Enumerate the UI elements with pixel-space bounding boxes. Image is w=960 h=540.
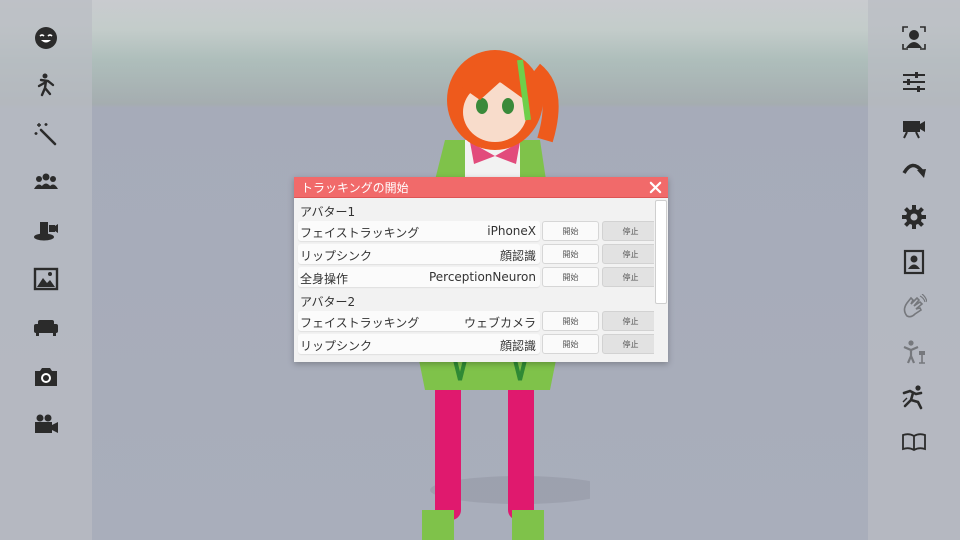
- settings-sliders-button[interactable]: [868, 62, 960, 102]
- stop-button[interactable]: 停止: [602, 311, 654, 331]
- start-button[interactable]: 開始: [542, 244, 599, 264]
- body-tracking-button[interactable]: [868, 332, 960, 372]
- characters-button[interactable]: [0, 162, 92, 202]
- tracking-row: フェイストラッキング iPhoneX 開始 停止: [298, 221, 654, 241]
- pose-icon: [37, 73, 55, 97]
- sliders-icon: [903, 72, 925, 92]
- row-info: フェイストラッキング iPhoneX: [298, 221, 540, 241]
- scrollbar[interactable]: [654, 198, 668, 362]
- row-device: 顔認識: [499, 249, 536, 263]
- motion-icon: [902, 385, 923, 410]
- tracking-row: フェイストラッキング ウェブカメラ 開始 停止: [298, 311, 654, 331]
- motion-button[interactable]: [868, 377, 960, 417]
- row-label: リップシンク: [300, 339, 373, 353]
- camera-switch-button[interactable]: [868, 107, 960, 147]
- close-button[interactable]: [646, 178, 664, 196]
- stop-button[interactable]: 停止: [602, 244, 654, 264]
- effects-button[interactable]: [0, 113, 92, 153]
- start-button[interactable]: 開始: [542, 267, 599, 287]
- row-info: 全身操作 PerceptionNeuron: [298, 267, 540, 287]
- row-info: リップシンク 顔認識: [298, 244, 540, 264]
- tracking-row: 全身操作 PerceptionNeuron 開始 停止: [298, 267, 654, 287]
- stage-button[interactable]: [0, 210, 92, 250]
- start-button[interactable]: 開始: [542, 221, 599, 241]
- stop-button[interactable]: 停止: [602, 267, 654, 287]
- stop-button[interactable]: 停止: [602, 334, 654, 354]
- portrait-button[interactable]: [868, 242, 960, 282]
- section-label: アバター1: [300, 205, 356, 219]
- start-button[interactable]: 開始: [542, 334, 599, 354]
- face-tracking-button[interactable]: [868, 18, 960, 58]
- stop-button[interactable]: 停止: [602, 221, 654, 241]
- row-device: PerceptionNeuron: [428, 270, 536, 284]
- row-info: フェイストラッキング ウェブカメラ: [298, 311, 540, 331]
- dialog-title: トラッキングの開始: [301, 181, 409, 195]
- video-camera-icon: [35, 414, 58, 433]
- row-info: リップシンク 顔認識: [298, 334, 540, 354]
- body-tracking-icon: [903, 340, 925, 364]
- row-label: フェイストラッキング: [300, 226, 420, 240]
- scrollbar-thumb[interactable]: [655, 200, 667, 304]
- face-tracking-icon: [902, 26, 926, 50]
- row-device: iPhoneX: [487, 224, 536, 238]
- hand-wave-icon: [903, 294, 927, 318]
- redo-arrow-icon: [902, 163, 926, 178]
- row-device: ウェブカメラ: [463, 316, 536, 330]
- photo-camera-icon: [35, 368, 57, 386]
- pose-button[interactable]: [0, 65, 92, 105]
- dialog-header: トラッキングの開始: [294, 177, 668, 198]
- video-button[interactable]: [0, 405, 92, 445]
- section-label: アバター2: [300, 295, 356, 309]
- portrait-frame-icon: [903, 249, 925, 275]
- row-device: 顔認識: [499, 339, 536, 353]
- camera-switch-icon: [903, 121, 925, 139]
- tracking-row: リップシンク 顔認識 開始 停止: [298, 244, 654, 264]
- face-button[interactable]: [0, 18, 92, 58]
- face-icon: [35, 27, 57, 49]
- book-icon: [902, 433, 926, 452]
- settings-button[interactable]: [868, 197, 960, 237]
- close-icon: [649, 181, 661, 193]
- sofa-icon: [34, 320, 58, 336]
- props-button[interactable]: [0, 307, 92, 347]
- tracking-dialog: トラッキングの開始 アバター1 フェイストラッキング iPhoneX 開始 停止…: [294, 177, 668, 362]
- row-label: 全身操作: [300, 272, 349, 286]
- gear-icon: [902, 205, 926, 229]
- dialog-body: アバター1 フェイストラッキング iPhoneX 開始 停止 リップシンク 顔認…: [294, 198, 654, 362]
- hand-tracking-button[interactable]: [868, 287, 960, 327]
- row-label: フェイストラッキング: [300, 316, 420, 330]
- tracking-row: リップシンク 顔認識 開始 停止: [298, 334, 654, 354]
- left-toolbar: [0, 0, 92, 540]
- right-toolbar: [868, 0, 960, 540]
- magic-wand-icon: [34, 123, 57, 146]
- photo-button[interactable]: [0, 356, 92, 396]
- stage-camera-icon: [34, 222, 58, 241]
- row-label: リップシンク: [300, 249, 373, 263]
- manual-button[interactable]: [868, 422, 960, 462]
- background-button[interactable]: [0, 259, 92, 299]
- start-button[interactable]: 開始: [542, 311, 599, 331]
- image-icon: [33, 267, 59, 291]
- group-icon: [34, 173, 58, 189]
- redo-button[interactable]: [868, 152, 960, 192]
